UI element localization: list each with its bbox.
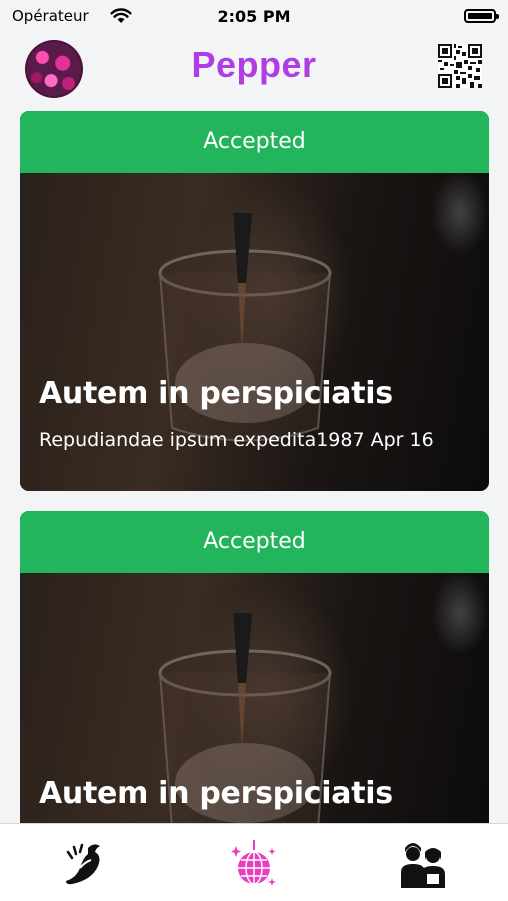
feed-list[interactable]: Accepted Autem in perspiciatis Repudiand… — [0, 111, 508, 823]
tab-bar — [0, 823, 508, 901]
card-title: Autem in perspiciatis — [39, 776, 393, 811]
card-meta: Repudiandae ipsum expedita1987 Apr 16 — [39, 429, 434, 451]
status-banner: Accepted — [20, 111, 489, 173]
card-title: Autem in perspiciatis — [39, 376, 393, 411]
card-subtitle: Repudiandae ipsum expedita — [39, 429, 317, 451]
status-banner: Accepted — [20, 511, 489, 573]
qr-code-icon[interactable] — [438, 44, 482, 88]
app-title: Pepper — [191, 44, 317, 85]
pepper-icon[interactable] — [58, 838, 110, 890]
clock: 2:05 PM — [217, 7, 291, 26]
card-date: 1987 Apr 16 — [316, 429, 434, 451]
people-icon[interactable] — [397, 838, 449, 890]
event-card[interactable]: Accepted Autem in perspiciatis — [20, 511, 489, 823]
disco-ball-icon[interactable] — [228, 838, 280, 890]
event-card[interactable]: Accepted Autem in perspiciatis Repudiand… — [20, 111, 489, 491]
status-bar: Opérateur 2:05 PM — [0, 0, 508, 34]
battery-icon — [464, 9, 499, 23]
